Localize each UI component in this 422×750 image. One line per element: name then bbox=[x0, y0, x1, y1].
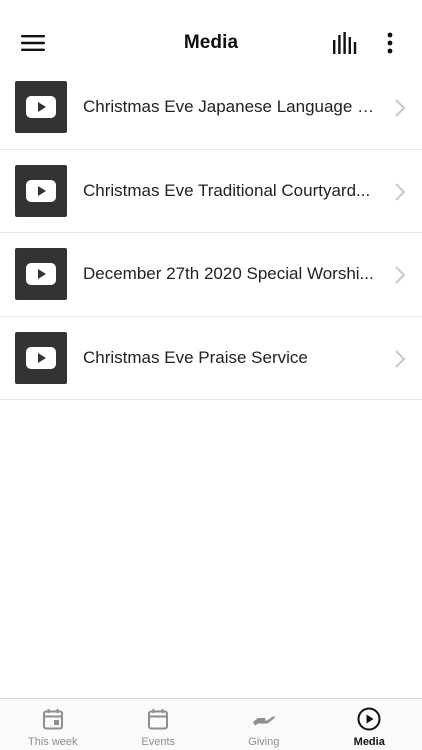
chevron-right-icon bbox=[395, 349, 406, 368]
media-list-item[interactable]: Christmas Eve Praise Service bbox=[0, 317, 422, 400]
tab-events[interactable]: Events bbox=[106, 699, 212, 750]
media-item-title: Christmas Eve Japanese Language S... bbox=[83, 97, 378, 117]
media-list-item[interactable]: Christmas Eve Traditional Courtyard... bbox=[0, 150, 422, 233]
chevron-right-icon bbox=[395, 99, 406, 117]
media-item-title: Christmas Eve Praise Service bbox=[83, 347, 308, 367]
youtube-play-icon bbox=[15, 164, 67, 217]
hamburger-menu-icon[interactable] bbox=[18, 28, 48, 58]
media-item-title: December 27th 2020 Special Worshi... bbox=[83, 264, 374, 284]
tab-label: This week bbox=[27, 736, 78, 748]
top-nav-bar: Media bbox=[0, 0, 422, 72]
tab-giving[interactable]: Giving bbox=[211, 699, 317, 750]
tab-label: Giving bbox=[248, 736, 280, 748]
media-list-item[interactable]: Christmas Eve Japanese Language S... bbox=[0, 66, 422, 150]
media-item-title: Christmas Eve Traditional Courtyard... bbox=[83, 180, 371, 200]
media-list-item[interactable]: December 27th 2020 Special Worshi... bbox=[0, 233, 422, 317]
youtube-play-icon bbox=[15, 81, 67, 133]
page-title: Media bbox=[183, 32, 239, 53]
calendar-icon bbox=[146, 707, 170, 731]
tab-media[interactable]: Media bbox=[317, 699, 422, 750]
chevron-right-icon bbox=[395, 266, 406, 284]
tab-label: Media bbox=[353, 736, 385, 748]
audio-bars-icon[interactable] bbox=[330, 28, 360, 58]
bottom-tab-bar: This week Events Giving Media bbox=[0, 698, 422, 750]
app-root: Media Christmas Eve Japanese Language S.… bbox=[0, 0, 422, 750]
play-circle-icon bbox=[357, 707, 381, 731]
youtube-play-icon bbox=[15, 248, 67, 300]
more-options-icon[interactable] bbox=[375, 28, 405, 58]
chevron-right-icon bbox=[395, 182, 406, 201]
calendar-day-icon bbox=[41, 707, 65, 731]
youtube-play-icon bbox=[15, 331, 67, 384]
tab-this-week[interactable]: This week bbox=[0, 699, 106, 750]
media-list: Christmas Eve Japanese Language S... Chr… bbox=[0, 66, 422, 400]
tab-label: Events bbox=[141, 736, 176, 748]
giving-hand-icon bbox=[252, 707, 276, 731]
